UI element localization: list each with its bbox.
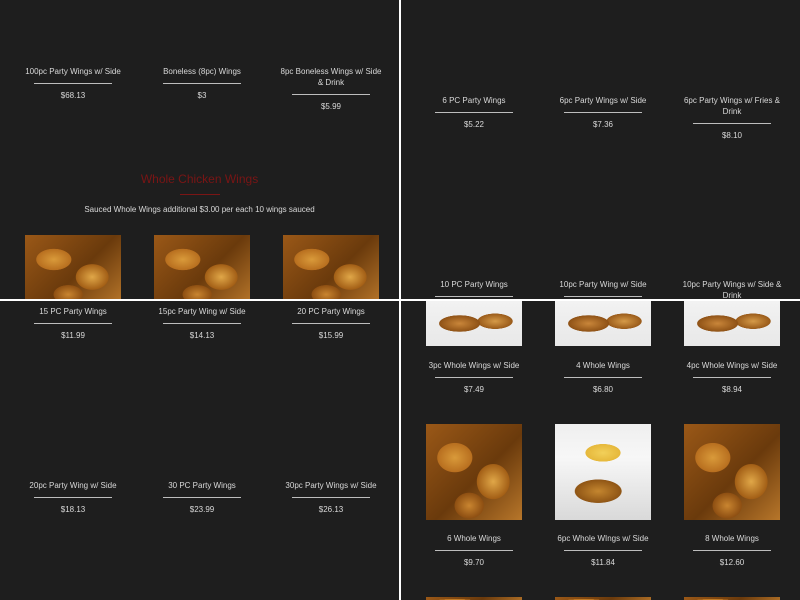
menu-item-card[interactable]: 6pc Party Wings w/ Side $7.36 <box>548 95 658 130</box>
menu-item-name: 15 PC Party Wings <box>39 307 107 316</box>
menu-item-name: 20pc Party Wing w/ Side <box>29 481 117 490</box>
menu-item-price: $8.10 <box>721 131 743 140</box>
menu-item-price: $11.84 <box>591 558 615 567</box>
divider <box>564 377 642 378</box>
menu-panel-bottom-right: 3pc Whole Wings w/ Side $7.49 4 Whole Wi… <box>401 301 800 600</box>
menu-item-name: 15pc Party Wing w/ Side <box>158 307 246 316</box>
divider <box>435 550 513 551</box>
menu-item-price: $26.13 <box>318 505 344 514</box>
menu-item-card[interactable]: 10pc Party Wing w/ Side <box>548 279 658 297</box>
wings-fries-photo[interactable] <box>555 424 651 520</box>
menu-item-price: $14.13 <box>189 331 215 340</box>
divider <box>693 377 771 378</box>
menu-item-price: $23.99 <box>189 505 215 514</box>
divider <box>564 550 642 551</box>
divider <box>34 497 112 498</box>
menu-item-name: Boneless (8pc) Wings <box>163 67 241 76</box>
wings-photo[interactable] <box>684 424 780 520</box>
menu-item-price: $7.36 <box>592 120 614 129</box>
menu-item-name: 4 Whole Wings <box>576 361 630 370</box>
menu-panel-top-right: 6 PC Party Wings $5.22 6pc Party Wings w… <box>401 0 800 299</box>
wings-photo[interactable] <box>555 301 651 346</box>
menu-item-card[interactable]: 6 Whole Wings $9.70 <box>419 533 529 568</box>
menu-item-card[interactable]: 30 PC Party Wings $23.99 <box>147 480 257 515</box>
menu-item-price: $6.80 <box>592 385 614 394</box>
menu-item-card[interactable]: 8 Whole Wings $12.60 <box>677 533 787 568</box>
menu-item-name: 6pc Whole WIngs w/ Side <box>557 534 649 543</box>
section-divider <box>180 194 220 195</box>
menu-item-card[interactable]: Boneless (8pc) Wings $3 <box>147 66 257 101</box>
menu-item-card[interactable]: 20pc Party Wing w/ Side $18.13 <box>18 480 128 515</box>
menu-item-price: $3 <box>197 91 207 100</box>
menu-item-name: 10 PC Party Wings <box>440 280 508 289</box>
menu-item-name: 6pc Party Wings w/ Fries & Drink <box>683 96 781 116</box>
divider <box>292 497 370 498</box>
menu-item-card[interactable]: 100pc Party Wings w/ Side $68.13 <box>18 66 128 101</box>
menu-item-name: 10pc Party Wing w/ Side <box>559 280 647 289</box>
divider <box>693 123 771 124</box>
divider <box>564 112 642 113</box>
menu-item-name: 30 PC Party Wings <box>168 481 236 490</box>
wings-photo[interactable] <box>283 235 379 299</box>
divider <box>163 323 241 324</box>
menu-item-name: 4pc Whole Wings w/ Side <box>686 361 778 370</box>
menu-item-price: $15.99 <box>318 331 344 340</box>
divider <box>435 377 513 378</box>
menu-item-card[interactable]: 15 PC Party Wings $11.99 <box>18 306 128 341</box>
menu-item-price: $11.99 <box>61 331 85 340</box>
menu-item-price: $9.70 <box>463 558 485 567</box>
wings-photo[interactable] <box>426 424 522 520</box>
menu-item-price: $7.49 <box>463 385 485 394</box>
divider <box>292 94 370 95</box>
menu-item-price: $8.94 <box>721 385 743 394</box>
menu-item-card[interactable]: 6pc Whole WIngs w/ Side $11.84 <box>548 533 658 568</box>
divider <box>163 497 241 498</box>
menu-item-name: 6 PC Party Wings <box>442 96 506 105</box>
divider <box>435 296 513 297</box>
wings-photo[interactable] <box>25 235 121 299</box>
menu-item-card[interactable]: 30pc Party Wings w/ Side $26.13 <box>276 480 386 515</box>
menu-item-price: $12.60 <box>719 558 745 567</box>
menu-item-price: $18.13 <box>60 505 86 514</box>
menu-item-card[interactable]: 6pc Party Wings w/ Fries & Drink $8.10 <box>677 95 787 141</box>
menu-item-name: 6 Whole Wings <box>447 534 501 543</box>
menu-item-card[interactable]: 20 PC Party Wings $15.99 <box>276 306 386 341</box>
wings-photo[interactable] <box>426 301 522 346</box>
menu-item-card[interactable]: 15pc Party Wing w/ Side $14.13 <box>147 306 257 341</box>
divider <box>163 83 241 84</box>
wings-photo[interactable] <box>684 301 780 346</box>
divider <box>34 323 112 324</box>
menu-item-name: 8 Whole Wings <box>705 534 759 543</box>
section-subtitle: Sauced Whole Wings additional $3.00 per … <box>84 205 315 214</box>
menu-item-price: $68.13 <box>60 91 86 100</box>
menu-panel-bottom-left: 15 PC Party Wings $11.99 15pc Party Wing… <box>0 301 399 600</box>
menu-item-name: 20 PC Party Wings <box>297 307 365 316</box>
menu-item-card[interactable]: 3pc Whole Wings w/ Side $7.49 <box>419 360 529 395</box>
menu-item-card[interactable]: 10pc Party Wings w/ Side & Drink <box>677 279 787 299</box>
menu-item-card[interactable]: 4 Whole Wings $6.80 <box>548 360 658 395</box>
menu-item-name: 30pc Party Wings w/ Side <box>285 481 377 490</box>
menu-item-name: 100pc Party Wings w/ Side <box>25 67 121 76</box>
divider <box>292 323 370 324</box>
menu-item-name: 10pc Party Wings w/ Side & Drink <box>682 280 782 299</box>
menu-item-card[interactable]: 6 PC Party Wings $5.22 <box>419 95 529 130</box>
divider <box>564 296 642 297</box>
menu-item-name: 3pc Whole Wings w/ Side <box>428 361 520 370</box>
wings-photo[interactable] <box>154 235 250 299</box>
menu-item-name: 8pc Boneless Wings w/ Side & Drink <box>280 67 382 87</box>
menu-item-name: 6pc Party Wings w/ Side <box>559 96 647 105</box>
menu-item-card[interactable]: 10 PC Party Wings <box>419 279 529 297</box>
menu-item-card[interactable]: 4pc Whole Wings w/ Side $8.94 <box>677 360 787 395</box>
divider <box>693 550 771 551</box>
section-title: Whole Chicken Wings <box>140 172 259 186</box>
divider <box>435 112 513 113</box>
menu-item-card[interactable]: 8pc Boneless Wings w/ Side & Drink $5.99 <box>276 66 386 112</box>
menu-panel-top-left: 100pc Party Wings w/ Side $68.13 Boneles… <box>0 0 399 299</box>
menu-item-price: $5.22 <box>463 120 485 129</box>
menu-item-price: $5.99 <box>320 102 342 111</box>
divider <box>34 83 112 84</box>
